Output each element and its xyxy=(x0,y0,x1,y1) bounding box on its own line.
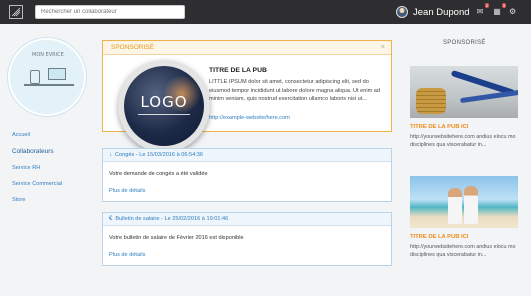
notification-text: Votre demande de congés a été validée xyxy=(109,171,208,177)
ad-link[interactable]: http://example-website/here.com xyxy=(209,115,290,121)
sidebar-item-accueil[interactable]: Accueil xyxy=(12,132,62,138)
sidebar-item-service-rh[interactable]: Service RH xyxy=(12,165,62,171)
notification-header: € Bulletin de salaire - Le 25/02/2016 à … xyxy=(103,213,391,226)
details-link[interactable]: Plus de détails xyxy=(109,188,145,194)
person-illustration xyxy=(464,186,478,224)
profile-label: MON EVRICE xyxy=(32,52,64,58)
notification-title: Congés - Le 15/03/2016 à 06:54:36 xyxy=(115,152,204,158)
sidebar-item-store[interactable]: Store xyxy=(12,197,62,203)
sidebar-item-service-commercial[interactable]: Service Commercial xyxy=(12,181,62,187)
user-name: Jean Dupond xyxy=(413,6,470,18)
sponsored-label: SPONSORISÉ xyxy=(111,44,154,51)
notification-text: Votre bulletin de salaire de Février 201… xyxy=(109,235,244,241)
sidebar-item-collaborateurs[interactable]: Collaborateurs xyxy=(12,148,62,155)
calendar-icon[interactable]: ▦ 3 xyxy=(492,3,506,17)
close-icon[interactable]: × xyxy=(381,44,385,51)
right-ad-title[interactable]: TITRE DE LA PUB ICI xyxy=(410,124,468,130)
screen-illustration xyxy=(48,68,66,80)
coins-illustration xyxy=(416,88,446,114)
ad-title: TITRE DE LA PUB xyxy=(209,67,267,74)
ad-image-finance[interactable] xyxy=(410,66,518,118)
notification-card: € Bulletin de salaire - Le 25/02/2016 à … xyxy=(102,212,392,266)
ad-body: LITTLE IPSUM dolor sit amet, consectetur… xyxy=(209,79,381,103)
pen-illustration xyxy=(459,89,518,104)
avatar xyxy=(396,6,408,18)
details-link[interactable]: Plus de détails xyxy=(109,252,145,258)
notification-header: ↓ Congés - Le 15/03/2016 à 06:54:36 xyxy=(103,149,391,162)
chair-illustration xyxy=(30,70,40,84)
company-illustration: MON EVRICE xyxy=(8,38,86,116)
user-menu[interactable]: Jean Dupond xyxy=(396,5,470,19)
ad-image-beach[interactable] xyxy=(410,176,518,228)
messages-icon[interactable]: ✉ 2 xyxy=(475,3,489,17)
sidebar-nav: Accueil Collaborateurs Service RH Servic… xyxy=(12,132,62,213)
top-bar: Jean Dupond ✉2 ▦3 ⚙ xyxy=(0,0,531,24)
person-illustration xyxy=(448,188,462,224)
sponsored-header: SPONSORISÉ × xyxy=(103,41,391,55)
logo-underline xyxy=(138,114,190,115)
logo-magnifier: LOGO xyxy=(118,60,210,152)
notification-card: ↓ Congés - Le 15/03/2016 à 06:54:36 Votr… xyxy=(102,148,392,202)
logo-text: LOGO xyxy=(140,93,188,111)
right-sponsored-header: SPONSORISÉ xyxy=(443,40,486,46)
gear-icon[interactable]: ⚙ xyxy=(509,7,516,16)
app-logo[interactable] xyxy=(9,5,23,19)
right-ad-body: http://yourwebsitehere.com andius elocu … xyxy=(410,134,516,148)
euro-icon: € xyxy=(109,216,113,222)
notification-badge: 2 xyxy=(484,3,489,8)
notification-badge: 3 xyxy=(501,3,506,8)
logo-image: LOGO xyxy=(124,66,204,146)
desk-illustration xyxy=(24,84,74,86)
notification-title: Bulletin de salaire - Le 25/02/2016 à 19… xyxy=(115,216,229,222)
right-ad-body: http://yourwebsitehere.com andius elocu … xyxy=(410,244,516,258)
search-input[interactable] xyxy=(35,5,185,19)
download-icon: ↓ xyxy=(109,152,112,158)
right-ad-title[interactable]: TITRE DE LA PUB ICI xyxy=(410,234,468,240)
